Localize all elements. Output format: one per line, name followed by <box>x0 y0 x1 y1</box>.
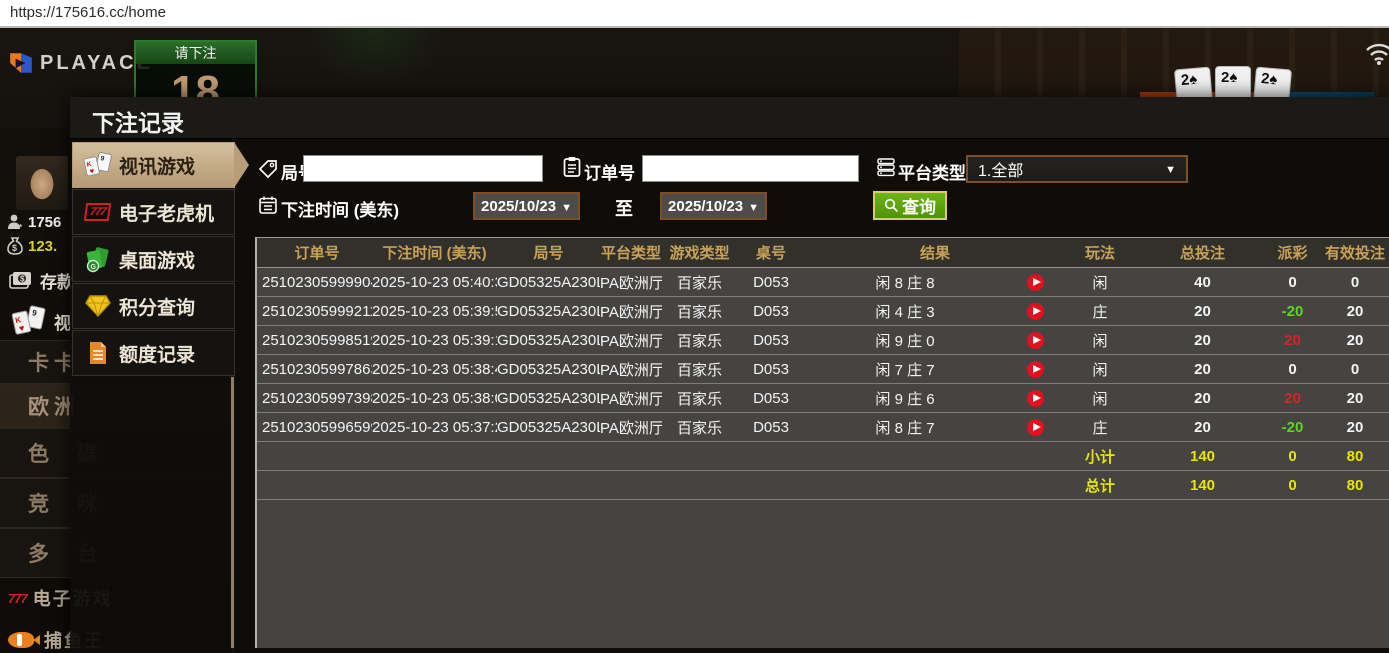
to-label: 至 <box>615 195 633 221</box>
username: 1756 <box>28 214 61 231</box>
menu-divider <box>231 377 234 648</box>
cards-icon: 9 K ♥ <box>10 303 48 339</box>
bet-time-filter-label: 下注时间 (美东) <box>281 196 399 221</box>
col-header: 平台类型 <box>600 242 662 263</box>
diamond-icon <box>81 294 115 318</box>
playace-logo: PLAYACE <box>8 50 153 76</box>
calendar-icon <box>258 195 278 215</box>
fish-icon <box>8 632 34 648</box>
date-from-value: 2025/10/23 <box>481 198 556 215</box>
table-row: 251023059992114 2025-10-23 05:39:59 GD05… <box>257 297 1389 326</box>
cards-icon: 9 K ♥ <box>81 150 115 180</box>
menu-item-video-games[interactable]: 9 K ♥ 视讯游戏 <box>72 142 235 188</box>
col-header: 游戏类型 <box>662 242 737 263</box>
modal-menu: 9 K ♥ 视讯游戏 777 电子老虎机 <box>72 142 235 377</box>
page-url: https://175616.cc/home <box>10 4 166 21</box>
video-games-row[interactable]: 9 K ♥ 视 <box>10 303 71 339</box>
col-header: 结果 <box>805 242 1065 263</box>
wifi-icon <box>1364 40 1389 66</box>
deposit-icon: $ <box>8 270 34 292</box>
table-row: 251023059973982 2025-10-23 05:38:09 GD05… <box>257 384 1389 413</box>
table-header-row: 订单号 下注时间 (美东) 局号 平台类型 游戏类型 桌号 结果 玩法 总投注 … <box>257 238 1389 268</box>
bet-records-modal: 下注记录 9 K ♥ 视讯游戏 777 电子老虎机 <box>70 97 1389 653</box>
date-to-select[interactable]: 2025/10/23 <box>660 192 767 220</box>
order-filter-label: 订单号 <box>584 159 635 184</box>
replay-button[interactable] <box>1027 390 1044 407</box>
table-row: 251023059978635 2025-10-23 05:38:40 GD05… <box>257 355 1389 384</box>
chevron-down-icon <box>561 198 572 215</box>
replay-button[interactable] <box>1027 274 1044 291</box>
col-header: 桌号 <box>737 242 805 263</box>
user-row: * 1756 <box>6 213 61 231</box>
bet-records-table: 订单号 下注时间 (美东) 局号 平台类型 游戏类型 桌号 结果 玩法 总投注 … <box>255 237 1389 648</box>
deposit-label: 存款 <box>40 268 74 293</box>
total-label: 总计 <box>1065 475 1135 496</box>
search-button-label: 查询 <box>902 193 936 218</box>
video-games-label: 视 <box>54 309 71 334</box>
svg-text:$: $ <box>20 274 25 283</box>
slot-777-icon: 777 <box>81 203 115 221</box>
clipboard-icon <box>562 156 582 178</box>
avatar[interactable] <box>16 156 68 210</box>
chevron-down-icon <box>748 198 759 215</box>
date-to-value: 2025/10/23 <box>668 198 743 215</box>
col-header: 订单号 <box>257 242 372 263</box>
replay-button[interactable] <box>1027 419 1044 436</box>
table-row: 251023059999047 2025-10-23 05:40:38 GD05… <box>257 268 1389 297</box>
svg-text:$: $ <box>12 243 17 253</box>
document-icon <box>81 340 115 366</box>
search-button[interactable]: 查询 <box>873 191 947 220</box>
countdown-label: 请下注 <box>136 42 255 64</box>
menu-item-quota-records[interactable]: 额度记录 <box>72 330 235 376</box>
col-header: 玩法 <box>1065 242 1135 263</box>
chevron-down-icon <box>1165 160 1176 178</box>
platform-select[interactable]: 1.全部 <box>966 155 1188 183</box>
replay-button[interactable] <box>1027 332 1044 349</box>
col-header: 局号 <box>497 242 600 263</box>
moneybag-icon: $ <box>6 236 24 256</box>
subtotal-row: 小计 140 0 80 <box>257 442 1389 471</box>
round-input[interactable] <box>303 155 543 182</box>
col-header: 派彩 <box>1270 242 1315 263</box>
replay-button[interactable] <box>1027 303 1044 320</box>
col-header: 下注时间 (美东) <box>372 242 497 263</box>
col-header: 总投注 <box>1135 242 1270 263</box>
replay-button[interactable] <box>1027 361 1044 378</box>
subtotal-label: 小计 <box>1065 446 1135 467</box>
order-input[interactable] <box>642 155 859 182</box>
search-icon <box>884 198 899 213</box>
platform-select-value: 1.全部 <box>978 157 1165 181</box>
platform-list-icon <box>876 157 896 177</box>
total-row: 总计 140 0 80 <box>257 471 1389 500</box>
tag-icon <box>258 159 278 179</box>
user-icon: * <box>6 213 24 231</box>
page: https://175616.cc/home PLAYACE 请下注 18 2♠… <box>0 0 1389 653</box>
table-row: 251023059965998 2025-10-23 05:37:27 GD05… <box>257 413 1389 442</box>
modal-header: 下注记录 <box>70 97 1389 139</box>
svg-text:G: G <box>91 264 97 271</box>
platform-filter-label: 平台类型 <box>898 159 966 184</box>
balance-row: $ 123. <box>6 236 57 256</box>
menu-item-points[interactable]: 积分查询 <box>72 283 235 329</box>
menu-item-table-games[interactable]: G 桌面游戏 <box>72 236 235 282</box>
date-from-select[interactable]: 2025/10/23 <box>473 192 580 220</box>
table-glow-decor <box>300 28 450 88</box>
balance: 123. <box>28 238 57 255</box>
deposit-row[interactable]: $ 存款 <box>8 268 74 293</box>
browser-address-bar[interactable]: https://175616.cc/home <box>0 0 1389 28</box>
table-row: 251023059985196 2025-10-23 05:39:18 GD05… <box>257 326 1389 355</box>
col-header: 有效投注 <box>1315 242 1389 263</box>
modal-title: 下注记录 <box>92 104 184 138</box>
table-games-icon: G <box>81 245 115 273</box>
playace-logo-icon <box>8 50 34 76</box>
menu-item-slots[interactable]: 777 电子老虎机 <box>72 189 235 235</box>
slot-777-icon: 777 <box>8 591 27 606</box>
svg-text:*: * <box>19 223 23 231</box>
